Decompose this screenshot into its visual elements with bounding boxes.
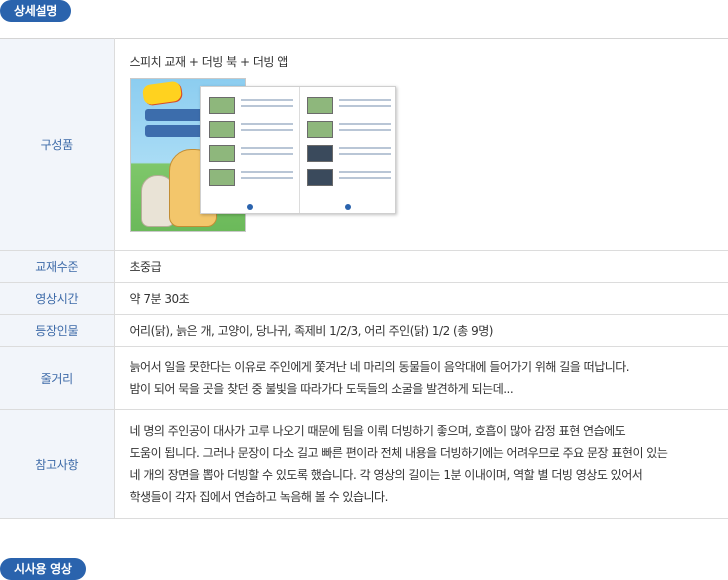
row-value-level: 초중급 (129, 260, 162, 274)
table-row-composition: 구성품 스피치 교재 + 더빙 북 + 더빙 앱 (0, 38, 728, 251)
row-value-composition: 스피치 교재 + 더빙 북 + 더빙 앱 (114, 39, 728, 251)
notes-line: 네 명의 주인공이 대사가 고루 나오기 때문에 팀을 이뤄 더빙하기 좋으며,… (129, 424, 626, 438)
row-value-characters: 어리(닭), 늙은 개, 고양이, 당나귀, 족제비 1/2/3, 어리 주인(… (129, 324, 494, 338)
text-line (240, 105, 293, 107)
book-fold (298, 87, 300, 213)
row-value-notes: 네 명의 주인공이 대사가 고루 나오기 때문에 팀을 이뤄 더빙하기 좋으며,… (114, 410, 728, 519)
row-value-plot: 늙어서 일을 못한다는 이유로 주인에게 쫓겨난 네 마리의 동물들이 음악대에… (114, 347, 728, 410)
row-label-composition: 구성품 (0, 38, 115, 251)
text-line (240, 123, 293, 125)
scene-thumbnail (208, 121, 235, 138)
text-line (240, 171, 293, 173)
book-spread-image (199, 86, 396, 214)
scene-thumbnail (306, 169, 333, 186)
text-line (240, 153, 293, 155)
row-value-duration: 약 7분 30초 (129, 292, 190, 306)
notes-line: 도움이 됩니다. 그러나 문장이 다소 길고 빠른 편이라 전체 내용을 더빙하… (129, 446, 668, 460)
product-image (129, 78, 400, 238)
row-label-plot: 줄거리 (0, 346, 115, 410)
row-label-level: 교재수준 (0, 250, 115, 283)
section-badge-preview-video: 시사용 영상 (0, 558, 86, 580)
text-line (338, 177, 391, 179)
scene-thumbnail (306, 121, 333, 138)
book-logo (141, 80, 182, 106)
scene-thumbnail (306, 145, 333, 162)
notes-line: 네 개의 장면을 뽑아 더빙할 수 있도록 했습니다. 각 영상의 길이는 1분… (129, 468, 643, 482)
text-line (338, 123, 391, 125)
text-line (240, 177, 293, 179)
book-page-right (306, 97, 393, 193)
row-label-notes: 참고사항 (0, 409, 115, 519)
text-line (240, 147, 293, 149)
book-page-left (208, 97, 295, 193)
row-label-duration: 영상시간 (0, 282, 115, 315)
table-row-characters: 등장인물 어리(닭), 늙은 개, 고양이, 당나귀, 족제비 1/2/3, 어… (0, 314, 728, 347)
plot-line: 밤이 되어 묵을 곳을 찾던 중 불빛을 따라가다 도둑들의 소굴을 발견하게 … (129, 382, 514, 396)
text-line (338, 171, 391, 173)
page-number-dot (246, 204, 253, 210)
text-line (338, 105, 391, 107)
section-badge-detail: 상세설명 (0, 0, 71, 22)
text-line (240, 129, 293, 131)
text-line (338, 147, 391, 149)
plot-line: 늙어서 일을 못한다는 이유로 주인에게 쫓겨난 네 마리의 동물들이 음악대에… (129, 360, 630, 374)
table-row-duration: 영상시간 약 7분 30초 (0, 282, 728, 315)
page-number-dot (344, 204, 351, 210)
text-line (338, 99, 391, 101)
table-row-level: 교재수준 초중급 (0, 250, 728, 283)
text-line (338, 153, 391, 155)
scene-thumbnail (306, 97, 333, 114)
scene-thumbnail (208, 169, 235, 186)
scene-thumbnail (208, 145, 235, 162)
text-line (338, 129, 391, 131)
composition-text: 스피치 교재 + 더빙 북 + 더빙 앱 (129, 55, 289, 69)
text-line (240, 99, 293, 101)
product-info-table: 구성품 스피치 교재 + 더빙 북 + 더빙 앱 교재수준 초중급 영상시간 약… (0, 38, 728, 519)
row-label-characters: 등장인물 (0, 314, 115, 347)
notes-line: 학생들이 각자 집에서 연습하고 녹음해 볼 수 있습니다. (129, 490, 389, 504)
table-row-plot: 줄거리 늙어서 일을 못한다는 이유로 주인에게 쫓겨난 네 마리의 동물들이 … (0, 346, 728, 410)
table-row-notes: 참고사항 네 명의 주인공이 대사가 고루 나오기 때문에 팀을 이뤄 더빙하기… (0, 409, 728, 519)
scene-thumbnail (208, 97, 235, 114)
